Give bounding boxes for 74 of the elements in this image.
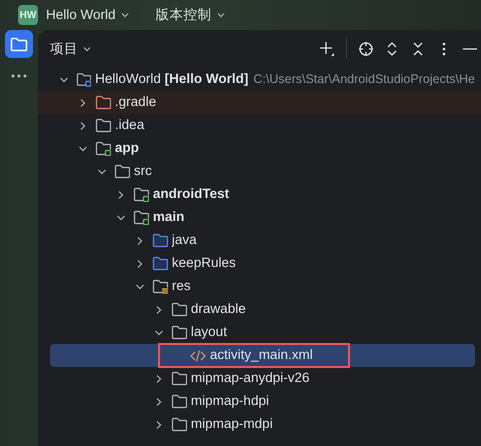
- tree-item-label: .idea: [114, 116, 144, 134]
- tree-item-label: mipmap-anydpi-v26: [190, 369, 310, 388]
- expanded-chevron-icon[interactable]: [134, 282, 145, 292]
- collapsed-chevron-icon[interactable]: [78, 120, 88, 130]
- tree-item-label: layout: [190, 323, 227, 342]
- collapsed-chevron-icon[interactable]: [154, 420, 164, 430]
- tree-item-label: drawable: [190, 300, 246, 318]
- folder-icon: [10, 36, 28, 52]
- module-folder-icon: [94, 141, 111, 156]
- tree-row[interactable]: app: [50, 137, 475, 160]
- tree-row[interactable]: .idea: [50, 114, 475, 137]
- tree-item-label: mipmap-mdpi: [190, 415, 273, 434]
- module-folder-icon: [132, 210, 149, 225]
- more-icon[interactable]: [10, 74, 27, 78]
- expanded-chevron-icon[interactable]: [58, 74, 69, 84]
- project-tool-button[interactable]: [4, 30, 33, 58]
- chevron-down-icon: [82, 44, 92, 54]
- selected-tree-row[interactable]: activity_main.xml: [50, 344, 475, 367]
- collapsed-chevron-icon[interactable]: [154, 304, 164, 314]
- tree-item-label: HelloWorld [Hello World]: [95, 70, 248, 88]
- collapsed-chevron-icon[interactable]: [134, 258, 145, 268]
- tree-row[interactable]: layout: [50, 321, 475, 344]
- collapsed-chevron-icon[interactable]: [134, 236, 145, 246]
- folder-icon: [152, 233, 168, 248]
- tree-row[interactable]: mipmap-hdpi: [50, 390, 475, 413]
- project-dropdown[interactable]: Hello World: [46, 4, 130, 26]
- collapsed-chevron-icon[interactable]: [154, 374, 164, 384]
- expanded-chevron-icon[interactable]: [96, 166, 107, 176]
- tree-item-label: res: [172, 277, 191, 296]
- expanded-chevron-icon[interactable]: [154, 328, 164, 338]
- project-path: C:\Users\Star\AndroidStudioProjects\He: [253, 71, 475, 88]
- tree-item-label: keepRules: [172, 254, 236, 272]
- tree-item-label: androidTest: [152, 185, 230, 204]
- folder-icon: [94, 95, 111, 110]
- folder-icon: [170, 302, 187, 317]
- excluded-tree-row[interactable]: .gradle: [38, 91, 481, 114]
- project-folder-icon: [76, 72, 92, 87]
- tree-item-label: mipmap-hdpi: [190, 392, 269, 410]
- folder-icon: [114, 164, 130, 179]
- collapsed-chevron-icon[interactable]: [154, 396, 164, 406]
- folder-icon: [170, 394, 187, 409]
- tree-row[interactable]: res: [50, 275, 475, 298]
- tree-row[interactable]: androidTest: [50, 183, 475, 206]
- code-file-icon: [190, 348, 206, 363]
- chevron-down-icon: [216, 10, 226, 20]
- panel-title-dropdown[interactable]: 项目: [50, 38, 92, 60]
- tree-item-label: app: [114, 139, 139, 158]
- tree-row[interactable]: drawable: [50, 298, 475, 321]
- tree-row[interactable]: mipmap-anydpi-v26: [50, 367, 475, 390]
- folder-icon: [170, 417, 187, 432]
- chevron-down-icon: [120, 10, 130, 20]
- resources-folder-icon: [152, 279, 168, 294]
- folder-icon: [170, 325, 187, 340]
- expanded-chevron-icon[interactable]: [78, 144, 88, 154]
- tree-row[interactable]: main: [50, 206, 475, 229]
- tree-item-label: main: [152, 208, 184, 226]
- vcs-dropdown[interactable]: 版本控制: [156, 4, 226, 26]
- tree-item-label: activity_main.xml: [210, 346, 313, 364]
- tree-row[interactable]: mipmap-mdpi: [50, 413, 475, 436]
- tree-item-label: .gradle: [114, 93, 156, 112]
- app-badge: HW: [18, 5, 38, 25]
- folder-icon: [170, 371, 187, 386]
- module-folder-icon: [132, 187, 149, 202]
- expanded-chevron-icon[interactable]: [116, 212, 126, 222]
- tree-item-label: src: [134, 162, 152, 180]
- folder-icon: [94, 118, 111, 133]
- tree-row[interactable]: keepRules: [50, 252, 475, 275]
- tree-row[interactable]: java: [50, 229, 475, 252]
- tree-row[interactable]: HelloWorld [Hello World] C:\Users\Star\AndroidStudioProjects\He: [50, 68, 475, 91]
- folder-icon: [152, 256, 168, 271]
- tree-item-label: java: [172, 231, 197, 250]
- collapsed-chevron-icon[interactable]: [78, 98, 88, 108]
- tree-row[interactable]: src: [50, 160, 475, 183]
- collapsed-chevron-icon[interactable]: [116, 190, 126, 200]
